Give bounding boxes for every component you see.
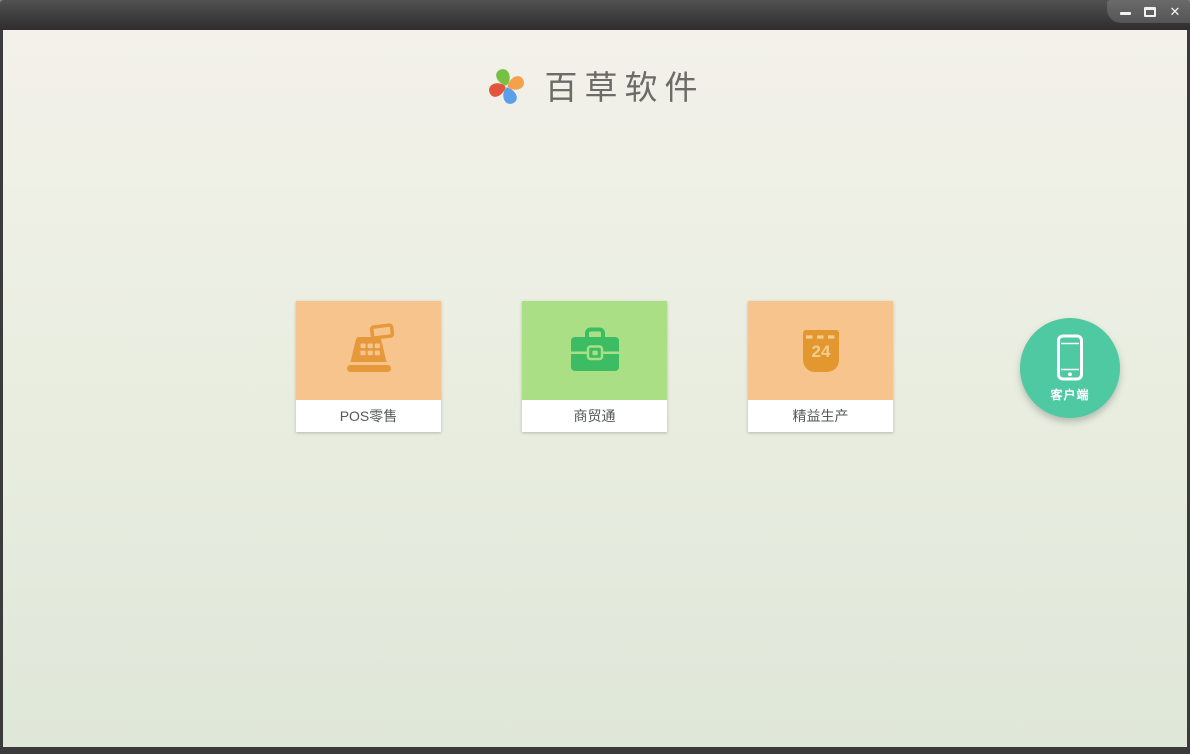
client-launcher-label: 客户端 — [1050, 387, 1090, 402]
app-window: ✕ 百草软件 POS零售 商贸通 24 精益生产 客户端 — [0, 0, 1190, 754]
product-label: 商贸通 — [522, 400, 667, 432]
close-button[interactable]: ✕ — [1166, 4, 1184, 20]
product-card-trade[interactable]: 商贸通 — [522, 301, 667, 432]
minimize-button[interactable] — [1116, 4, 1134, 20]
window-controls: ✕ — [1107, 0, 1190, 23]
product-label: POS零售 — [296, 400, 441, 432]
calendar-icon: 24 — [802, 329, 839, 372]
client-launcher-button[interactable]: 客户端 — [1020, 318, 1120, 418]
brand-name: 百草软件 — [544, 71, 705, 107]
pinwheel-icon — [488, 68, 524, 104]
maximize-icon — [1144, 6, 1156, 17]
briefcase-icon — [570, 327, 619, 371]
cash-register-icon — [346, 322, 394, 372]
product-tile — [296, 301, 441, 400]
product-card-lean[interactable]: 24 精益生产 — [748, 301, 893, 432]
calendar-day-number: 24 — [811, 342, 830, 361]
close-icon: ✕ — [1169, 4, 1181, 19]
title-bar[interactable]: ✕ — [0, 0, 1190, 30]
minimize-icon — [1119, 12, 1131, 15]
product-card-pos[interactable]: POS零售 — [296, 301, 441, 432]
main-content: 百草软件 POS零售 商贸通 24 精益生产 客户端 — [3, 30, 1187, 747]
product-tile: 24 — [748, 301, 893, 400]
brand-header: 百草软件 — [3, 30, 1187, 140]
smartphone-icon — [1057, 334, 1083, 380]
product-tile — [522, 301, 667, 400]
maximize-button[interactable] — [1141, 4, 1159, 20]
product-label: 精益生产 — [748, 400, 893, 432]
